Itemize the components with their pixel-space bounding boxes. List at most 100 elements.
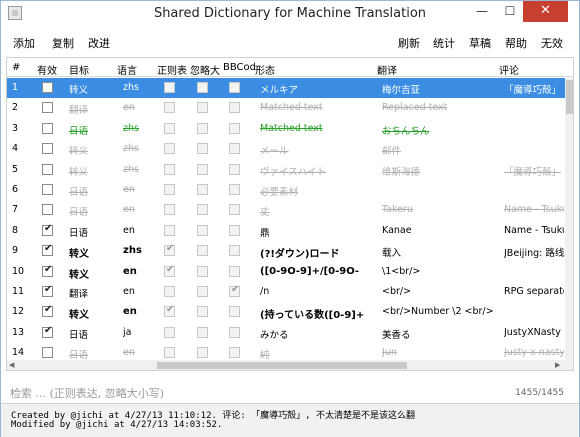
table-row[interactable]: 8 日语 en 鼎 Kanae Name - Tsukum xyxy=(7,221,565,241)
table-row[interactable]: 11 翻译 en/n <br/> RPG separator xyxy=(7,282,565,302)
col-header-pattern[interactable]: 形态 xyxy=(255,62,373,77)
horizontal-scrollbar[interactable]: ◀ ▶ xyxy=(7,360,573,370)
table-row[interactable]: 13 日语 ja みかる 美香る JustyXNasty xyxy=(7,323,565,343)
checkbox-regex[interactable] xyxy=(164,243,175,257)
scroll-left-icon[interactable]: ◀ xyxy=(9,361,14,369)
search-input[interactable] xyxy=(10,386,450,400)
col-header-ignorecase[interactable]: 忽略大 xyxy=(190,62,222,77)
checkbox-valid[interactable] xyxy=(42,82,53,93)
cell-target: 翻译 xyxy=(69,289,89,300)
checkbox-icase[interactable] xyxy=(197,265,208,277)
checkbox-bb[interactable] xyxy=(229,122,240,134)
checkbox-icase[interactable] xyxy=(197,224,208,236)
checkbox-bb[interactable] xyxy=(229,224,240,236)
maximize-button[interactable]: ☐ xyxy=(496,1,524,22)
checkbox-regex[interactable] xyxy=(164,286,175,297)
table-row[interactable]: 6 日语 en 必要素材 xyxy=(7,180,565,200)
checkbox-valid[interactable] xyxy=(42,102,53,114)
checkbox-valid[interactable] xyxy=(42,325,53,338)
checkbox-bb[interactable] xyxy=(229,102,240,114)
table-row[interactable]: 4 转义 zhs メール 邮件 xyxy=(7,139,565,159)
checkbox-icase[interactable] xyxy=(197,102,208,114)
col-header-valid[interactable]: 有效 xyxy=(37,62,63,77)
col-header-target[interactable]: 目标 xyxy=(69,62,109,77)
scroll-right-icon[interactable]: ▶ xyxy=(555,361,560,369)
checkbox-bb[interactable] xyxy=(229,284,240,297)
checkbox-regex[interactable] xyxy=(164,347,175,359)
checkbox-icase[interactable] xyxy=(197,204,208,216)
col-header-num[interactable]: # xyxy=(12,62,30,73)
edit-button[interactable]: 改进 xyxy=(88,35,110,51)
checkbox-regex[interactable] xyxy=(164,122,175,134)
table-row[interactable]: 12 转义 en (持っている数([0-9]+ <br/>Number \2 <br/> xyxy=(7,302,565,322)
checkbox-bb[interactable] xyxy=(229,347,240,359)
checkbox-icase[interactable] xyxy=(197,163,208,175)
checkbox-regex[interactable] xyxy=(164,326,175,338)
checkbox-regex[interactable] xyxy=(164,82,175,93)
table-row[interactable]: 7 日语 en 丈 Takeru Name - Tsukum xyxy=(7,200,565,220)
checkbox-valid[interactable] xyxy=(42,284,53,297)
checkbox-valid[interactable] xyxy=(42,243,53,257)
checkbox-icase[interactable] xyxy=(197,143,208,155)
checkbox-icase[interactable] xyxy=(197,347,208,359)
close-button[interactable]: ✕ xyxy=(523,1,568,22)
checkbox-valid[interactable] xyxy=(42,304,53,318)
checkbox-icase[interactable] xyxy=(197,245,208,257)
checkbox-icase[interactable] xyxy=(197,184,208,195)
checkbox-bb[interactable] xyxy=(229,245,240,257)
checkbox-icase[interactable] xyxy=(197,82,208,93)
checkbox-regex[interactable] xyxy=(164,204,175,216)
draft-button[interactable]: 草稿 xyxy=(469,35,491,51)
checkbox-bb[interactable] xyxy=(229,143,240,155)
table-row[interactable]: 3 日语 zhs Matched text おちんちん xyxy=(7,119,565,139)
title-bar[interactable]: Shared Dictionary for Machine Translatio… xyxy=(1,1,579,27)
vertical-scrollbar[interactable] xyxy=(565,78,573,360)
checkbox-icase[interactable] xyxy=(197,286,208,297)
col-header-language[interactable]: 语言 xyxy=(117,62,155,77)
table-row[interactable]: 1 转义 zhs メルキア 梅尔吉亚 「魔導巧殻」 xyxy=(7,78,565,98)
checkbox-valid[interactable] xyxy=(42,264,53,277)
refresh-button[interactable]: 刷新 xyxy=(398,35,420,51)
stats-button[interactable]: 统计 xyxy=(433,35,455,51)
checkbox-valid[interactable] xyxy=(42,204,53,216)
table-row[interactable]: 9 转义 zhs (?!ダウン)ロード 载入 JBeijing: 路线 xyxy=(7,241,565,261)
checkbox-bb[interactable] xyxy=(229,326,240,338)
checkbox-valid[interactable] xyxy=(42,223,53,236)
checkbox-bb[interactable] xyxy=(229,82,240,93)
checkbox-valid[interactable] xyxy=(42,347,53,359)
checkbox-regex[interactable] xyxy=(164,304,175,318)
checkbox-valid[interactable] xyxy=(42,163,53,175)
checkbox-regex[interactable] xyxy=(164,184,175,195)
checkbox-bb[interactable] xyxy=(229,265,240,277)
checkbox-bb[interactable] xyxy=(229,204,240,216)
checkbox-icase[interactable] xyxy=(197,122,208,134)
checkbox-bb[interactable] xyxy=(229,163,240,175)
col-header-bbcode[interactable]: BBCode xyxy=(223,62,255,73)
checkbox-icase[interactable] xyxy=(197,306,208,318)
add-button[interactable]: 添加 xyxy=(13,35,35,51)
table-row[interactable]: 5 转义 zhs ヴァイスハイト 维斯海德 「魔導巧殻」 xyxy=(7,160,565,180)
minimize-button[interactable]: — xyxy=(468,1,496,22)
checkbox-regex[interactable] xyxy=(164,143,175,155)
help-button[interactable]: 帮助 xyxy=(505,35,527,51)
checkbox-valid[interactable] xyxy=(42,143,53,155)
dictionary-table[interactable]: # 有效 目标 语言 正则表 忽略大 BBCode 形态 翻译 评论 1 转义 zh… xyxy=(6,57,574,371)
table-row[interactable]: 2 翻译 en Matched text Replaced text xyxy=(7,98,565,118)
checkbox-bb[interactable] xyxy=(229,306,240,318)
copy-button[interactable]: 复制 xyxy=(52,35,74,51)
col-header-translation[interactable]: 翻译 xyxy=(377,62,495,77)
checkbox-regex[interactable] xyxy=(164,102,175,114)
table-row[interactable]: 10 转义 en ([0-9O-9]+/[0-9O- \1<br/> xyxy=(7,262,565,282)
checkbox-bb[interactable] xyxy=(229,184,240,195)
checkbox-valid[interactable] xyxy=(42,122,53,134)
checkbox-regex[interactable] xyxy=(164,224,175,236)
horizontal-scroll-thumb[interactable] xyxy=(157,362,407,369)
vertical-scroll-thumb[interactable] xyxy=(566,80,573,114)
checkbox-icase[interactable] xyxy=(197,326,208,338)
checkbox-regex[interactable] xyxy=(164,163,175,175)
checkbox-regex[interactable] xyxy=(164,264,175,277)
checkbox-valid[interactable] xyxy=(42,184,53,195)
disable-button[interactable]: 无效 xyxy=(541,35,563,51)
col-header-regex[interactable]: 正则表 xyxy=(157,62,189,77)
col-header-comment[interactable]: 评论 xyxy=(499,62,565,77)
